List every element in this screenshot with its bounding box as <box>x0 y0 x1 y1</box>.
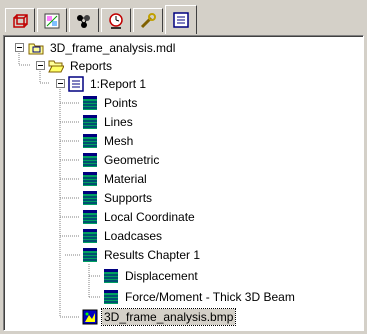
wrench-icon <box>140 12 156 28</box>
tree-node-chapter[interactable]: Material <box>82 170 149 188</box>
chapter-table-icon <box>83 134 97 148</box>
tree-node-label: Local Coordinate <box>104 210 195 224</box>
tree-node-results-item[interactable]: Displacement <box>103 267 200 285</box>
tree-node-results-chapter[interactable]: Results Chapter 1 <box>82 246 202 264</box>
chapter-table-icon <box>83 172 97 186</box>
tree-node-label: Force/Moment - Thick 3D Beam <box>125 290 295 304</box>
tab-reports[interactable] <box>165 5 197 34</box>
tree-node-label: Results Chapter 1 <box>104 248 201 262</box>
tab-strip <box>3 4 364 36</box>
tree-node-label: Loadcases <box>104 229 163 243</box>
tab-model[interactable] <box>5 8 35 32</box>
tree-node-chapter[interactable]: Lines <box>82 113 135 131</box>
report-document-icon <box>68 76 84 92</box>
chapter-table-icon <box>83 153 97 167</box>
tree-node-label: Points <box>104 96 138 110</box>
tree-node-chapter[interactable]: Points <box>82 94 139 112</box>
tab-results[interactable] <box>101 8 131 32</box>
tree-node-label: Material <box>104 172 147 186</box>
tree-node-results-item[interactable]: Force/Moment - Thick 3D Beam <box>103 288 297 306</box>
reports-panel: 3D_frame_analysis.mdl Reports 1:Report 1… <box>0 0 367 334</box>
tree-node-chapter[interactable]: Geometric <box>82 151 161 169</box>
tree-node-label: Lines <box>104 115 133 129</box>
tree-node-label: Reports <box>70 59 113 73</box>
graphics-canvas-icon <box>44 13 60 28</box>
tree-node-label: 3D_frame_analysis.mdl <box>50 41 176 55</box>
tree-node-label: Geometric <box>104 153 160 167</box>
open-folder-icon <box>48 60 64 73</box>
chapter-table-icon <box>83 210 97 224</box>
collapse-root-toggle[interactable] <box>15 43 24 52</box>
tab-tools[interactable] <box>133 8 163 32</box>
results-table-icon <box>104 269 118 283</box>
tree-node-label: Supports <box>104 191 153 205</box>
tree-node-reports[interactable]: Reports <box>48 57 114 75</box>
model-frame-icon <box>13 13 28 28</box>
tree-node-chapter[interactable]: Loadcases <box>82 227 164 245</box>
chapter-table-icon <box>83 191 97 205</box>
tree-node-report-1[interactable]: 1:Report 1 <box>68 75 148 93</box>
collapse-reports-toggle[interactable] <box>36 61 45 70</box>
model-folder-icon <box>28 43 44 55</box>
results-table-icon <box>104 290 118 304</box>
chapter-table-icon <box>83 96 97 110</box>
collapse-report1-toggle[interactable] <box>56 79 65 88</box>
tree-node-label: 1:Report 1 <box>90 77 147 91</box>
tree-node-chapter[interactable]: Supports <box>82 189 154 207</box>
chapter-table-icon <box>83 248 97 262</box>
tree-node-image[interactable]: 3D_frame_analysis.bmp <box>82 308 237 326</box>
node-network-icon <box>77 14 90 28</box>
tree-node-model[interactable]: 3D_frame_analysis.mdl <box>28 39 177 57</box>
report-tree[interactable]: 3D_frame_analysis.mdl Reports 1:Report 1… <box>3 35 364 331</box>
tree-node-chapter[interactable]: Local Coordinate <box>82 208 197 226</box>
tree-node-label: Mesh <box>104 134 134 148</box>
chapter-table-icon <box>83 229 97 243</box>
tree-node-label: 3D_frame_analysis.bmp <box>100 308 237 326</box>
report-list-icon <box>173 12 189 28</box>
tab-analysis[interactable] <box>69 8 99 32</box>
chapter-table-icon <box>83 115 97 129</box>
clock-icon <box>109 12 123 29</box>
tree-node-chapter[interactable]: Mesh <box>82 132 135 150</box>
tab-graphics[interactable] <box>37 8 67 32</box>
bitmap-image-icon <box>82 309 98 325</box>
tree-node-label: Displacement <box>125 269 198 283</box>
